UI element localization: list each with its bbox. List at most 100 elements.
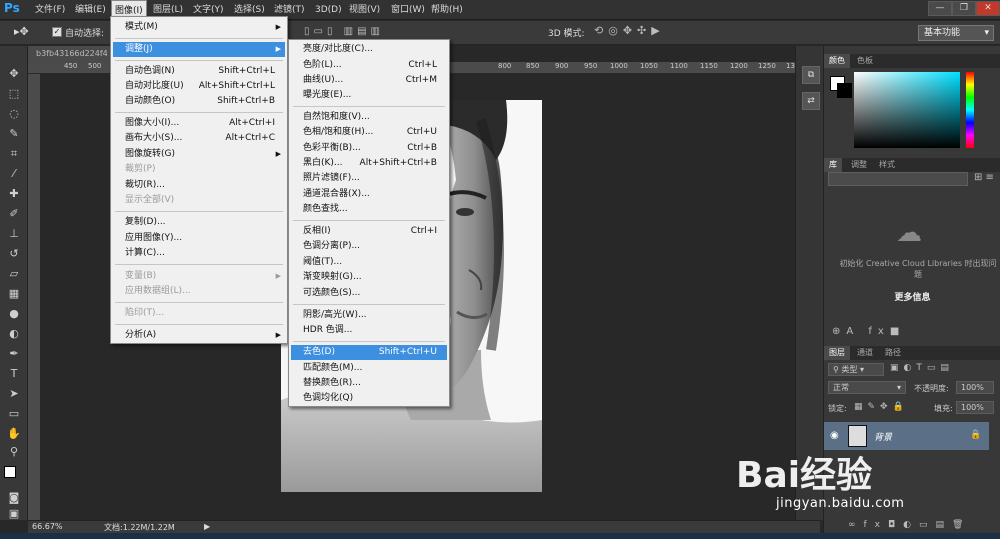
- pen-tool-icon[interactable]: ✒: [5, 346, 23, 362]
- menu-item-hue-saturation[interactable]: 色相/饱和度(H)... Ctrl+U: [291, 125, 447, 140]
- tab-layers[interactable]: 图层: [824, 346, 850, 360]
- gradient-tool-icon[interactable]: ▦: [5, 286, 23, 302]
- history-panel-icon[interactable]: ⧉: [802, 66, 820, 84]
- hand-tool-icon[interactable]: ✋: [5, 426, 23, 442]
- menu-item-image-size[interactable]: 图像大小(I)... Alt+Ctrl+I: [113, 116, 285, 131]
- menu-item-adjustments[interactable]: 调整(J) ▶: [113, 42, 285, 57]
- crop-tool-icon[interactable]: ⌗: [5, 146, 23, 162]
- library-view-icons[interactable]: ⊞ ≡: [974, 172, 994, 183]
- menu-item-calculations[interactable]: 计算(C)...: [113, 246, 285, 261]
- menu-item-desaturate[interactable]: 去色(D) Shift+Ctrl+U: [291, 345, 447, 360]
- menu-item-analysis[interactable]: 分析(A) ▶: [113, 328, 285, 343]
- more-info-link[interactable]: 更多信息: [824, 290, 1000, 303]
- document-tab[interactable]: b3fb43166d224f4: [28, 46, 110, 62]
- 3d-mode-icons[interactable]: ⟲◎✥✣▶: [594, 24, 684, 40]
- menu-edit[interactable]: 编辑(E): [72, 0, 109, 20]
- menu-item-brightness-contrast[interactable]: 亮度/对比度(C)...: [291, 42, 447, 57]
- status-arrow-icon[interactable]: ▶: [204, 522, 210, 531]
- eraser-tool-icon[interactable]: ▱: [5, 266, 23, 282]
- healing-brush-icon[interactable]: ✚: [5, 186, 23, 202]
- close-button[interactable]: ✕: [976, 1, 1000, 16]
- menu-item-auto-contrast[interactable]: 自动对比度(U) Alt+Shift+Ctrl+L: [113, 79, 285, 94]
- properties-panel-icon[interactable]: ⇄: [802, 92, 820, 110]
- layer-filter-icons[interactable]: ▣◐T▭▤: [890, 363, 954, 373]
- lock-icons[interactable]: ▦✎✥🔒: [854, 402, 909, 412]
- layers-footer-icons[interactable]: ∞fx◘◐▭▤🗑: [848, 520, 971, 530]
- blur-tool-icon[interactable]: ●: [5, 306, 23, 322]
- move-tool-preset-icon[interactable]: ▸✥: [14, 25, 44, 39]
- menu-item-levels[interactable]: 色阶(L)... Ctrl+L: [291, 58, 447, 73]
- zoom-tool-icon[interactable]: ⚲: [5, 444, 23, 460]
- dodge-tool-icon[interactable]: ◐: [5, 326, 23, 342]
- type-tool-icon[interactable]: T: [5, 366, 23, 382]
- menu-item-photo-filter[interactable]: 照片滤镜(F)...: [291, 171, 447, 186]
- menu-item-mode[interactable]: 模式(M) ▶: [113, 20, 285, 35]
- menu-item-canvas-size[interactable]: 画布大小(S)... Alt+Ctrl+C: [113, 131, 285, 146]
- menu-item-trim[interactable]: 裁切(R)...: [113, 178, 285, 193]
- visibility-eye-icon[interactable]: ◉: [830, 430, 839, 441]
- blend-mode-select[interactable]: 正常 ▾: [828, 381, 906, 394]
- screen-mode-icon[interactable]: ▣: [5, 506, 23, 522]
- history-brush-icon[interactable]: ↺: [5, 246, 23, 262]
- align-icons[interactable]: ▯▭▯ ▥▤▥: [304, 26, 444, 40]
- tab-libraries[interactable]: 库: [824, 158, 842, 172]
- menu-item-gradient-map[interactable]: 渐变映射(G)...: [291, 270, 447, 285]
- menu-file[interactable]: 文件(F): [32, 0, 68, 20]
- menu-item-auto-tone[interactable]: 自动色调(N) Shift+Ctrl+L: [113, 64, 285, 79]
- menu-item-auto-color[interactable]: 自动颜色(O) Shift+Ctrl+B: [113, 94, 285, 109]
- menu-item-selective-color[interactable]: 可选颜色(S)...: [291, 286, 447, 301]
- layer-name[interactable]: 背景: [874, 430, 892, 443]
- menu-item-curves[interactable]: 曲线(U)... Ctrl+M: [291, 73, 447, 88]
- menu-item-match-color[interactable]: 匹配颜色(M)...: [291, 361, 447, 376]
- menu-item-hdr-toning[interactable]: HDR 色调...: [291, 323, 447, 338]
- hue-slider[interactable]: [966, 72, 974, 148]
- menu-item-channel-mixer[interactable]: 通道混合器(X)...: [291, 187, 447, 202]
- move-tool-icon[interactable]: ✥: [5, 66, 23, 82]
- foreground-color-swatch[interactable]: [4, 466, 16, 478]
- menu-item-posterize[interactable]: 色调分离(P)...: [291, 239, 447, 254]
- menu-item-color-balance[interactable]: 色彩平衡(B)... Ctrl+B: [291, 141, 447, 156]
- eyedropper-tool-icon[interactable]: ⁄: [5, 166, 23, 182]
- menu-item-threshold[interactable]: 阈值(T)...: [291, 255, 447, 270]
- menu-item-invert[interactable]: 反相(I) Ctrl+I: [291, 224, 447, 239]
- menu-window[interactable]: 窗口(W): [388, 0, 428, 20]
- lasso-tool-icon[interactable]: ◌: [5, 106, 23, 122]
- menu-item-duplicate[interactable]: 复制(D)...: [113, 215, 285, 230]
- tab-swatches[interactable]: 色板: [852, 54, 878, 68]
- tab-channels[interactable]: 通道: [852, 346, 878, 360]
- path-select-icon[interactable]: ➤: [5, 386, 23, 402]
- menu-view[interactable]: 视图(V): [346, 0, 383, 20]
- marquee-tool-icon[interactable]: ⬚: [5, 86, 23, 102]
- zoom-level[interactable]: 66.67%: [32, 522, 63, 531]
- background-swatch[interactable]: [837, 83, 852, 98]
- workspace-select[interactable]: 基本功能 ▾: [918, 25, 994, 41]
- menu-item-color-lookup[interactable]: 颜色查找...: [291, 202, 447, 217]
- menu-item-replace-color[interactable]: 替换颜色(R)...: [291, 376, 447, 391]
- fill-input[interactable]: 100%: [956, 401, 994, 414]
- tab-color[interactable]: 颜色: [824, 54, 850, 68]
- library-select[interactable]: [828, 172, 968, 186]
- restore-button[interactable]: ❐: [952, 1, 976, 16]
- minimize-button[interactable]: —: [928, 1, 952, 16]
- tab-adjustments[interactable]: 调整: [846, 158, 872, 172]
- menu-item-equalize[interactable]: 色调均化(Q): [291, 391, 447, 406]
- tab-styles[interactable]: 样式: [874, 158, 900, 172]
- auto-select-checkbox[interactable]: ✓: [52, 27, 62, 37]
- library-footer-icons[interactable]: ⊕A fx■: [832, 326, 905, 337]
- menu-item-vibrance[interactable]: 自然饱和度(V)...: [291, 110, 447, 125]
- menu-item-exposure[interactable]: 曝光度(E)...: [291, 88, 447, 103]
- menu-help[interactable]: 帮助(H): [428, 0, 466, 20]
- opacity-input[interactable]: 100%: [956, 381, 994, 394]
- shape-tool-icon[interactable]: ▭: [5, 406, 23, 422]
- tab-paths[interactable]: 路径: [880, 346, 906, 360]
- stamp-tool-icon[interactable]: ⊥: [5, 226, 23, 242]
- menu-item-apply-image[interactable]: 应用图像(Y)...: [113, 231, 285, 246]
- quick-mask-icon[interactable]: ◙: [5, 490, 23, 506]
- menu-item-shadows-highlights[interactable]: 阴影/高光(W)...: [291, 308, 447, 323]
- color-picker-field[interactable]: [854, 72, 960, 148]
- menu-3d[interactable]: 3D(D): [312, 0, 345, 20]
- menu-item-black-white[interactable]: 黑白(K)... Alt+Shift+Ctrl+B: [291, 156, 447, 171]
- menu-item-image-rotation[interactable]: 图像旋转(G) ▶: [113, 147, 285, 162]
- brush-tool-icon[interactable]: ✐: [5, 206, 23, 222]
- layer-filter-kind[interactable]: ⚲ 类型 ▾: [828, 363, 884, 376]
